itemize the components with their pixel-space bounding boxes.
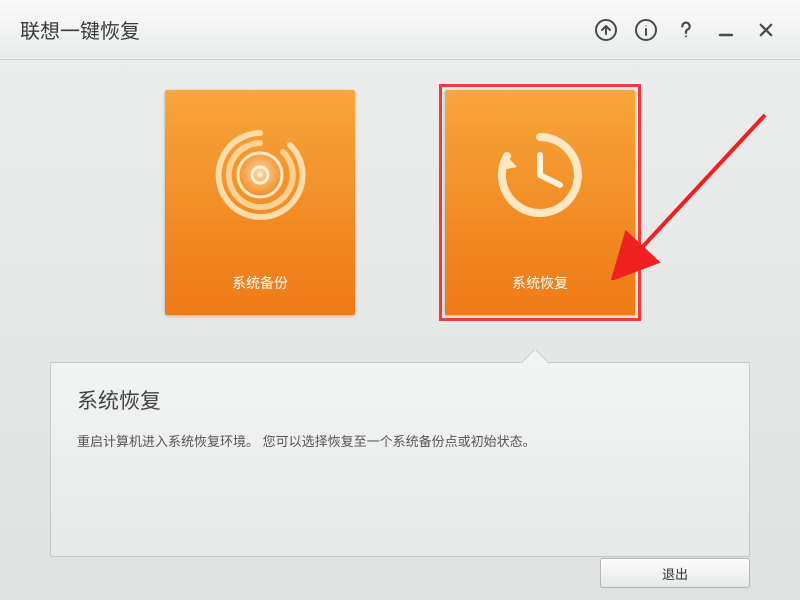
description-panel: 系统恢复 重启计算机进入系统恢复环境。 您可以选择恢复至一个系统备份点或初始状态… (50, 362, 750, 557)
card-restore-wrap: 系统恢复 (445, 90, 635, 315)
help-icon[interactable] (668, 12, 704, 48)
panel-pointer (521, 350, 547, 363)
content-area: 系统备份 系统恢复 (0, 60, 800, 600)
minimize-icon[interactable] (708, 12, 744, 48)
backup-card-label: 系统备份 (232, 273, 288, 293)
title-bar: 联想一键恢复 (0, 0, 800, 60)
backup-disc-icon (165, 120, 355, 230)
restore-clock-icon (445, 120, 635, 230)
exit-button[interactable]: 退出 (600, 558, 750, 588)
panel-body: 重启计算机进入系统恢复环境。 您可以选择恢复至一个系统备份点或初始状态。 (77, 431, 723, 450)
window-buttons (588, 12, 784, 48)
restore-card-label: 系统恢复 (512, 273, 568, 293)
panel-title: 系统恢复 (77, 385, 723, 415)
upload-icon[interactable] (588, 12, 624, 48)
card-row: 系统备份 系统恢复 (0, 60, 800, 315)
exit-button-label: 退出 (662, 564, 688, 583)
card-backup-wrap: 系统备份 (165, 90, 355, 315)
system-backup-card[interactable]: 系统备份 (165, 90, 355, 315)
close-icon[interactable] (748, 12, 784, 48)
app-title: 联想一键恢复 (20, 15, 140, 44)
system-restore-card[interactable]: 系统恢复 (445, 90, 635, 315)
info-icon[interactable] (628, 12, 664, 48)
